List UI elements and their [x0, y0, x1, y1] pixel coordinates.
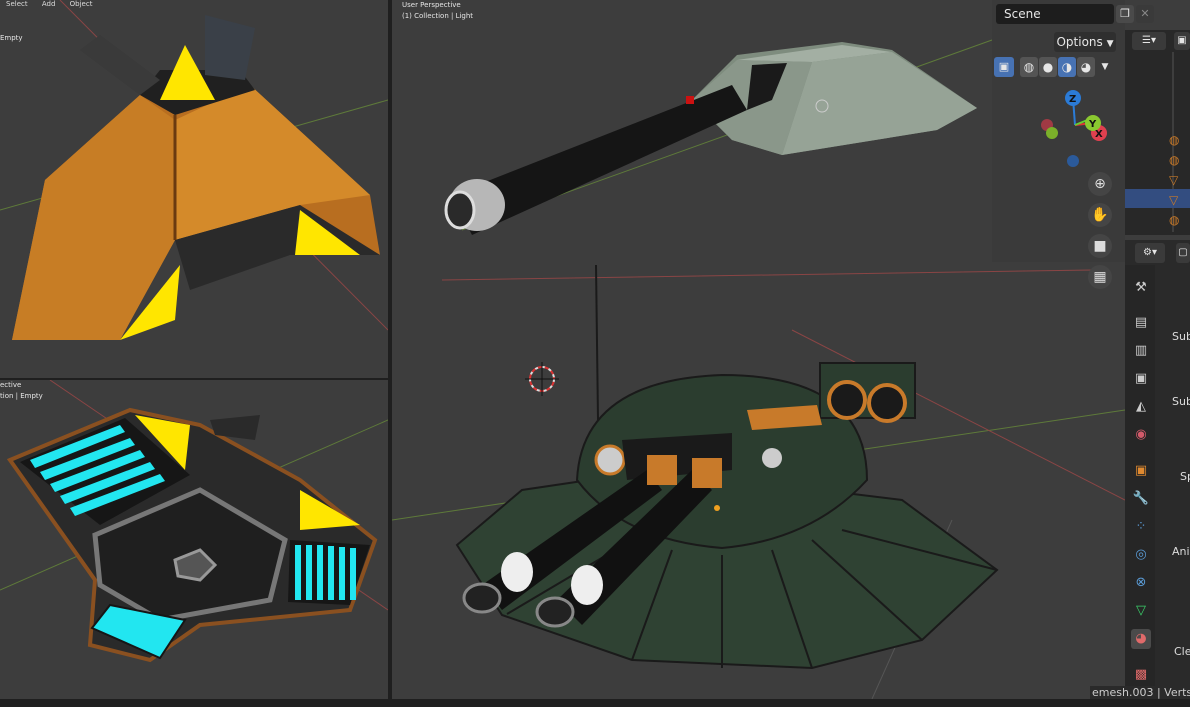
pan-button[interactable]: ✋ [1088, 203, 1112, 227]
tab-texture[interactable]: ▩ [1131, 665, 1151, 685]
tab-data[interactable]: ▽ [1131, 601, 1151, 621]
chevron-down-icon: ▼ [1106, 39, 1114, 49]
image-icon: ▣ [1177, 35, 1187, 46]
wrench-icon: ⚒ [1135, 280, 1147, 295]
tab-output[interactable]: ▥ [1131, 341, 1151, 361]
tab-constraints[interactable]: ⊗ [1131, 573, 1151, 593]
viewport-divider-h[interactable] [0, 378, 388, 380]
cyan-pod-model [0, 380, 388, 663]
svg-text:◍: ◍ [1169, 213, 1180, 227]
svg-text:▽: ▽ [1169, 173, 1179, 187]
new-scene-button[interactable]: ❐ [1116, 5, 1134, 23]
outliner-tree: ◍ ◍ ▽ ▽ ◍ [1125, 52, 1190, 232]
solid-shading[interactable]: ● [1039, 57, 1057, 77]
gizmo-x-label: X [1095, 129, 1103, 140]
tab-render[interactable]: ▤ [1131, 313, 1151, 333]
material-shading[interactable]: ◑ [1058, 57, 1076, 77]
perspective-label: User Perspective [402, 1, 461, 9]
tab-object[interactable]: ▣ [1131, 461, 1151, 481]
hand-icon: ✋ [1091, 207, 1109, 223]
object-icon: ▣ [1134, 463, 1148, 478]
editor-type-dropdown[interactable]: ⚙▾ [1135, 243, 1165, 263]
world-icon: ◉ [1135, 427, 1147, 442]
properties-label-1: Sub [1172, 330, 1190, 343]
properties-label-3: Sp [1180, 470, 1190, 483]
collection-label: tion | Empty [0, 392, 43, 400]
close-icon: ✕ [1140, 7, 1150, 20]
rendered-icon: ◕ [1080, 60, 1092, 74]
tab-world[interactable]: ◉ [1131, 425, 1151, 445]
zoom-icon: ⊕ [1094, 176, 1106, 192]
material-icon: ◕ [1135, 631, 1147, 646]
tab-tool[interactable]: ⚒ [1131, 278, 1151, 298]
texture-icon: ▩ [1134, 667, 1148, 682]
pin-icon: ▢ [1178, 247, 1188, 258]
overlay-toggle[interactable]: ▣ [994, 57, 1014, 77]
shading-dropdown[interactable]: ▼ [1097, 57, 1113, 77]
outliner-filter[interactable]: ▣ [1174, 32, 1190, 50]
modifier-icon: 🔧 [1132, 491, 1150, 506]
tab-view-layer[interactable]: ▣ [1131, 369, 1151, 389]
svg-text:◍: ◍ [1169, 133, 1180, 147]
properties-icon: ⚙▾ [1143, 247, 1157, 258]
gizmo-z-label: Z [1069, 94, 1076, 105]
image-icon: ▣ [1134, 371, 1148, 386]
menu-select[interactable]: Select [6, 0, 28, 8]
material-preview-icon: ◑ [1061, 60, 1073, 74]
object-label: Empty [0, 34, 23, 42]
svg-text:▽: ▽ [1169, 193, 1179, 207]
tab-material[interactable]: ◕ [1131, 629, 1151, 649]
perspective-label: ective [0, 381, 22, 389]
wireframe-icon: ◍ [1023, 60, 1035, 74]
output-icon: ▥ [1134, 343, 1148, 358]
options-label: Options [1056, 35, 1103, 49]
solid-icon: ● [1042, 60, 1054, 74]
camera-view-button[interactable]: ■ [1088, 234, 1112, 258]
ortho-toggle-button[interactable]: ▦ [1088, 265, 1112, 289]
status-bar: emesh.003 | Verts:2 [0, 686, 1190, 707]
svg-text:◍: ◍ [1169, 153, 1180, 167]
constraints-icon: ⊗ [1135, 575, 1147, 590]
pin-button[interactable]: ▢ [1176, 243, 1190, 263]
list-icon: ☰▾ [1142, 35, 1156, 46]
rendered-shading[interactable]: ◕ [1077, 57, 1095, 77]
tab-particles[interactable]: ⁘ [1131, 517, 1151, 537]
tab-scene[interactable]: ◭ [1131, 397, 1151, 417]
menu-add[interactable]: Add [42, 0, 56, 8]
overlay-icon: ▣ [998, 60, 1010, 73]
render-icon: ▤ [1134, 315, 1148, 330]
status-text: emesh.003 | Verts:2 [1090, 686, 1190, 699]
tab-physics[interactable]: ◎ [1131, 545, 1151, 565]
grid-icon: ▦ [1093, 269, 1107, 285]
physics-icon: ◎ [1135, 547, 1147, 562]
camera-icon: ■ [1093, 238, 1107, 254]
zoom-button[interactable]: ⊕ [1088, 172, 1112, 196]
properties-label-4: Ani [1172, 545, 1190, 558]
tab-modifiers[interactable]: 🔧 [1131, 489, 1151, 509]
copy-icon: ❐ [1120, 7, 1130, 20]
bottom-left-viewport[interactable]: ective tion | Empty [0, 380, 388, 699]
collection-label: (1) Collection | Light [402, 12, 474, 20]
scene-icon: ◭ [1136, 399, 1146, 414]
scene-selector[interactable]: Scene [996, 4, 1114, 24]
navigation-gizmo[interactable]: Z Y X [1035, 85, 1115, 170]
delete-scene-button[interactable]: ✕ [1136, 5, 1154, 23]
properties-label-5: Cle [1174, 645, 1190, 658]
viewport-menu: Select Add Object [0, 0, 104, 10]
orange-pod-model [0, 0, 388, 340]
chevron-down-icon: ▼ [1101, 62, 1109, 72]
outliner-display-mode[interactable]: ☰▾ [1132, 32, 1166, 50]
menu-object[interactable]: Object [70, 0, 93, 8]
wireframe-shading[interactable]: ◍ [1020, 57, 1038, 77]
particles-icon: ⁘ [1135, 519, 1147, 534]
top-left-viewport[interactable]: Select Add Object Empty [0, 0, 388, 378]
data-icon: ▽ [1136, 603, 1146, 618]
properties-label-2: Sub [1172, 395, 1190, 408]
options-dropdown[interactable]: Options ▼ [1054, 32, 1116, 52]
